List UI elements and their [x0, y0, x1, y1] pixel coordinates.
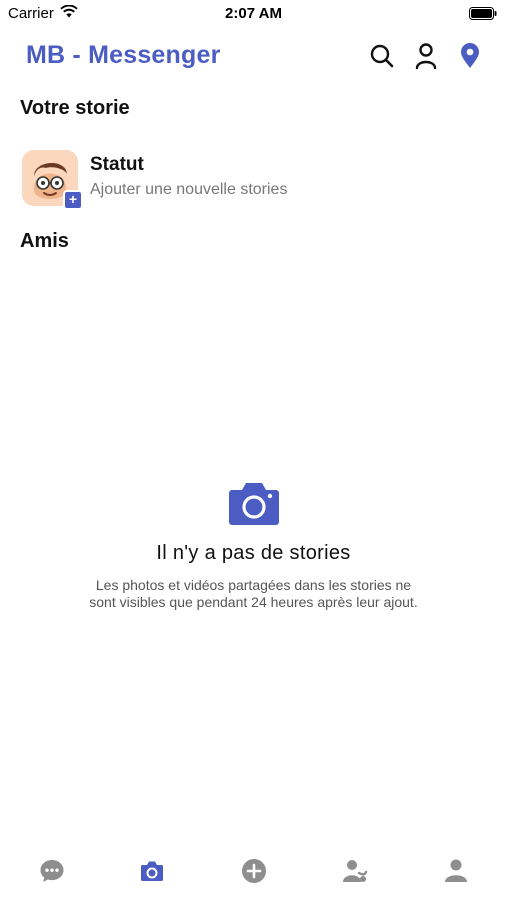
- header: MB - Messenger: [0, 38, 507, 78]
- person-icon[interactable]: [413, 42, 439, 70]
- tab-profile[interactable]: [441, 856, 471, 886]
- camera-icon: [228, 480, 280, 526]
- tab-add[interactable]: [239, 856, 269, 886]
- camera-icon: [141, 861, 163, 881]
- add-story-plus-icon[interactable]: +: [63, 190, 83, 210]
- app-title: MB - Messenger: [26, 41, 221, 69]
- header-actions: [369, 42, 483, 70]
- tab-chat[interactable]: [37, 856, 67, 886]
- chat-icon: [40, 860, 64, 882]
- tab-stories[interactable]: [137, 856, 167, 886]
- contacts-icon: [343, 860, 368, 882]
- my-story-row[interactable]: + Statut Ajouter une nouvelle stories: [22, 150, 482, 210]
- location-pin-icon[interactable]: [457, 42, 483, 70]
- story-subtitle: Ajouter une nouvelle stories: [90, 181, 288, 198]
- status-time: 2:07 AM: [225, 5, 282, 22]
- profile-icon: [445, 859, 467, 882]
- empty-state: Il n'y a pas de stories Les photos et vi…: [0, 480, 507, 611]
- empty-description: Les photos et vidéos partagées dans les …: [89, 577, 418, 610]
- tab-contacts[interactable]: [340, 856, 370, 886]
- empty-title: Il n'y a pas de stories: [156, 542, 351, 564]
- status-bar: Carrier 2:07 AM: [0, 0, 507, 28]
- section-title-my-story: Votre storie: [20, 97, 130, 119]
- battery-icon: [469, 7, 497, 24]
- search-icon[interactable]: [369, 42, 395, 70]
- tab-bar: [0, 846, 507, 896]
- section-title-friends: Amis: [20, 230, 69, 252]
- story-title: Statut: [90, 154, 144, 175]
- add-icon: [242, 859, 266, 883]
